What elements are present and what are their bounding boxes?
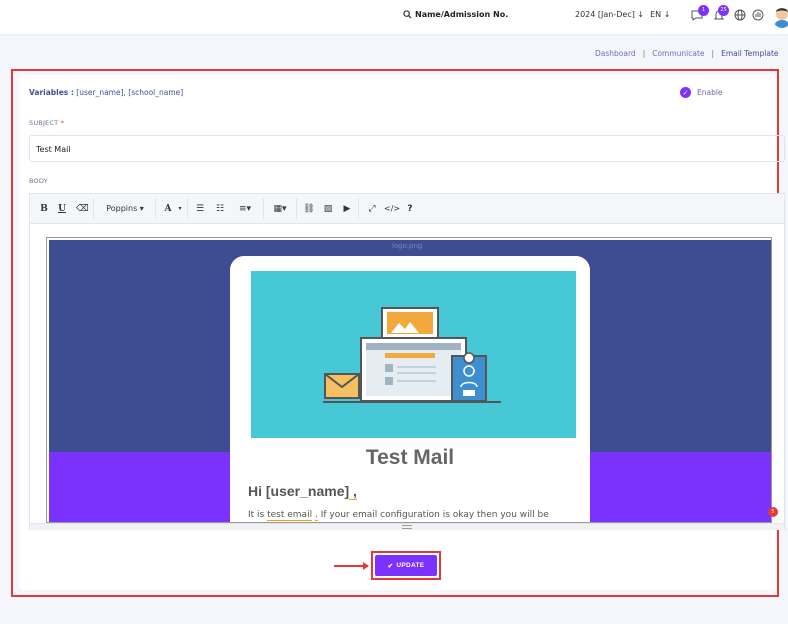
hero-illustration — [251, 271, 576, 438]
enable-label: Enable — [697, 88, 723, 97]
chat-count-badge: 1 — [698, 5, 709, 16]
link-icon[interactable]: ⛓ — [303, 203, 315, 215]
underline-button[interactable]: U — [57, 203, 67, 215]
caret-down-icon[interactable]: ▾ — [177, 203, 183, 215]
breadcrumb-dashboard[interactable]: Dashboard — [595, 49, 636, 58]
mail-greeting: Hi [user_name] , — [248, 483, 357, 500]
video-icon[interactable]: ▶ — [341, 203, 353, 215]
image-icon[interactable]: ▨ — [322, 203, 334, 215]
mail-title: Test Mail — [365, 446, 455, 469]
breadcrumb-communicate[interactable]: Communicate — [652, 49, 704, 58]
enable-checkbox[interactable]: ✓ Enable — [680, 87, 723, 98]
logo-image: logo.png — [392, 242, 423, 250]
table-icon[interactable]: ▦▾ — [271, 203, 289, 215]
eraser-icon[interactable]: ⌫ — [76, 203, 89, 215]
breadcrumb-email-template: Email Template — [721, 49, 779, 58]
code-view-icon[interactable]: </> — [384, 203, 400, 215]
mail-body-text: It is test email . If your email configu… — [248, 510, 549, 521]
bold-button[interactable]: B — [39, 203, 49, 215]
unordered-list-icon[interactable]: ☰ — [194, 203, 206, 215]
mail-card: Test Mail Hi [user_name] , It is test em… — [230, 256, 590, 522]
session-select[interactable]: 2024 [Jan-Dec] ↓ — [575, 10, 644, 19]
search-icon — [403, 10, 412, 19]
arrow-down-icon: ↓ — [637, 10, 645, 19]
editor-resize-handle[interactable] — [30, 523, 784, 530]
variables-hint: Variables : [user_name], [school_name] — [29, 88, 184, 97]
scroll-badge: 5 — [768, 507, 778, 517]
body-label: BODY — [29, 177, 48, 185]
editor-toolbar: B U ⌫ Poppins ▾ A ▾ ☰ ☷ ≡▾ ▦▾ ⛓ ▨ ▶ ⤢ </… — [30, 194, 784, 224]
chart-icon[interactable] — [751, 8, 765, 22]
fullscreen-icon[interactable]: ⤢ — [366, 203, 378, 215]
user-avatar[interactable] — [772, 4, 788, 28]
check-icon: ✓ — [680, 87, 691, 98]
font-family-select[interactable]: Poppins ▾ — [102, 203, 148, 215]
check-icon: ✔ — [387, 562, 394, 570]
ordered-list-icon[interactable]: ☷ — [214, 203, 226, 215]
globe-icon[interactable] — [733, 8, 747, 22]
update-button[interactable]: ✔ UPDATE — [375, 555, 437, 576]
arrow-down-icon: ↓ — [663, 10, 671, 19]
language-select[interactable]: EN ↓ — [650, 10, 670, 19]
help-icon[interactable]: ? — [405, 203, 415, 215]
align-icon[interactable]: ≡▾ — [235, 203, 255, 215]
search-label: Name/Admission No. — [415, 10, 509, 19]
grip-icon — [402, 525, 412, 529]
font-color-icon[interactable]: A — [162, 203, 174, 215]
email-preview: logo.png Test Mail Hi [user_name] , It i… — [46, 237, 772, 523]
pointer-arrow — [334, 562, 369, 569]
subject-input[interactable]: Test Mail — [29, 135, 785, 162]
subject-label: SUBJECT * — [29, 119, 65, 127]
breadcrumb: Dashboard | Communicate | Email Template — [595, 49, 779, 58]
body-editor[interactable]: B U ⌫ Poppins ▾ A ▾ ☰ ☷ ≡▾ ▦▾ ⛓ ▨ ▶ ⤢ </… — [29, 193, 785, 530]
search-button[interactable]: Name/Admission No. — [403, 10, 508, 19]
notification-count-badge: 25 — [718, 5, 729, 16]
top-bar: Name/Admission No. 2024 [Jan-Dec] ↓ EN ↓… — [0, 0, 788, 34]
